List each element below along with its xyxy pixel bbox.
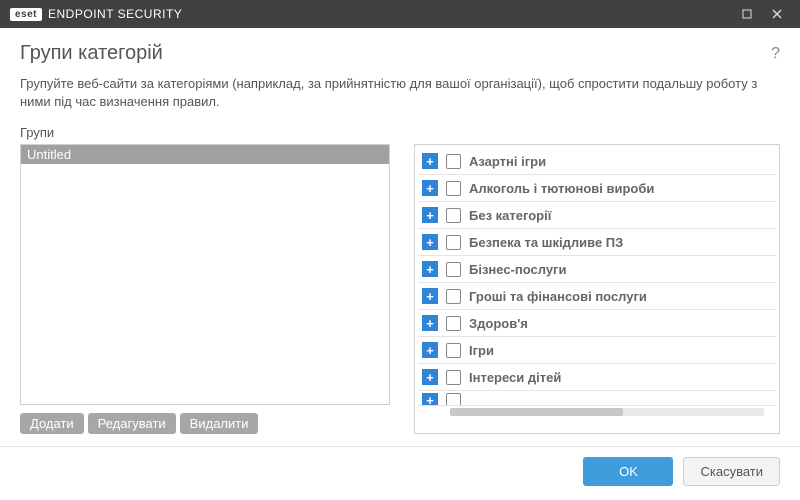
close-icon[interactable] [762, 0, 792, 28]
category-checkbox[interactable] [446, 316, 461, 331]
expand-icon[interactable]: + [422, 234, 438, 250]
groups-list[interactable]: Untitled [20, 144, 390, 405]
delete-button[interactable]: Видалити [180, 413, 259, 434]
category-row[interactable]: + Гроші та фінансові послуги [418, 283, 776, 310]
category-checkbox[interactable] [446, 235, 461, 250]
category-row[interactable]: + [418, 391, 776, 405]
group-actions: Додати Редагувати Видалити [20, 413, 390, 434]
category-row[interactable]: + Інтереси дітей [418, 364, 776, 391]
groups-label: Групи [20, 125, 780, 140]
expand-icon[interactable]: + [422, 153, 438, 169]
category-checkbox[interactable] [446, 370, 461, 385]
horizontal-scrollbar[interactable] [450, 408, 764, 416]
category-row[interactable]: + Ігри [418, 337, 776, 364]
ok-button[interactable]: OK [583, 457, 673, 486]
category-row[interactable]: + Азартні ігри [418, 148, 776, 175]
category-row[interactable]: + Алкоголь і тютюнові вироби [418, 175, 776, 202]
category-row[interactable]: + Без категорії [418, 202, 776, 229]
content-area: Групи категорій ? Групуйте веб-сайти за … [0, 28, 800, 446]
page-title: Групи категорій [20, 42, 163, 65]
expand-icon[interactable]: + [422, 393, 438, 406]
cancel-button[interactable]: Скасувати [683, 457, 780, 486]
expand-icon[interactable]: + [422, 315, 438, 331]
expand-icon[interactable]: + [422, 288, 438, 304]
edit-button[interactable]: Редагувати [88, 413, 176, 434]
titlebar: eset ENDPOINT SECURITY [0, 0, 800, 28]
minimize-icon[interactable] [732, 0, 762, 28]
expand-icon[interactable]: + [422, 207, 438, 223]
category-label: Безпека та шкідливе ПЗ [469, 235, 623, 250]
category-label: Без категорії [469, 208, 551, 223]
category-checkbox[interactable] [446, 262, 461, 277]
category-label: Гроші та фінансові послуги [469, 289, 647, 304]
category-checkbox[interactable] [446, 181, 461, 196]
window-title: ENDPOINT SECURITY [48, 7, 182, 21]
category-checkbox[interactable] [446, 154, 461, 169]
category-label: Ігри [469, 343, 494, 358]
expand-icon[interactable]: + [422, 261, 438, 277]
categories-list[interactable]: + Азартні ігри + Алкоголь і тютюнові вир… [414, 144, 780, 434]
category-label: Азартні ігри [469, 154, 546, 169]
brand-logo: eset [10, 8, 42, 21]
category-row[interactable]: + Безпека та шкідливе ПЗ [418, 229, 776, 256]
category-label: Алкоголь і тютюнові вироби [469, 181, 654, 196]
category-label: Бізнес-послуги [469, 262, 566, 277]
add-button[interactable]: Додати [20, 413, 84, 434]
category-checkbox[interactable] [446, 208, 461, 223]
dialog-footer: OK Скасувати [0, 446, 800, 500]
group-item[interactable]: Untitled [21, 145, 389, 164]
category-row[interactable]: + Бізнес-послуги [418, 256, 776, 283]
page-description: Групуйте веб-сайти за категоріями (напри… [20, 75, 780, 111]
help-icon[interactable]: ? [771, 45, 780, 63]
category-checkbox[interactable] [446, 393, 461, 405]
category-label: Здоров'я [469, 316, 528, 331]
category-label: Інтереси дітей [469, 370, 561, 385]
expand-icon[interactable]: + [422, 342, 438, 358]
expand-icon[interactable]: + [422, 369, 438, 385]
category-row[interactable]: + Здоров'я [418, 310, 776, 337]
category-checkbox[interactable] [446, 289, 461, 304]
category-checkbox[interactable] [446, 343, 461, 358]
expand-icon[interactable]: + [422, 180, 438, 196]
